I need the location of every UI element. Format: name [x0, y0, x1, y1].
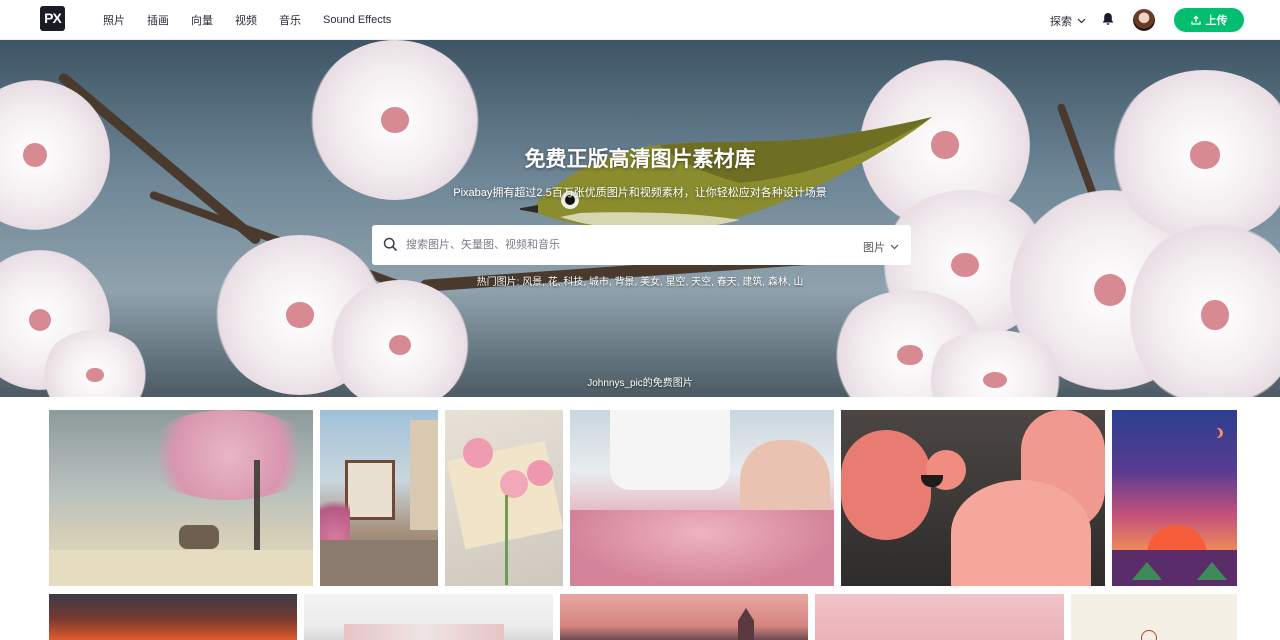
gallery-image-pink-flamingo-blur[interactable]	[815, 594, 1064, 640]
gallery-image-red-mountain-sunset[interactable]	[49, 594, 297, 640]
popular-tag[interactable]: 城市	[589, 277, 609, 288]
gallery-image-deer-cherry-blossom[interactable]	[49, 410, 313, 586]
popular-tag[interactable]: 山	[793, 277, 803, 288]
gallery-image-sewing-machine-fabric[interactable]	[570, 410, 834, 586]
search-bar: 图片	[372, 225, 911, 265]
hero-title: 免费正版高清图片素材库	[524, 148, 756, 171]
gallery-image-pink-sky-town[interactable]	[560, 594, 808, 640]
search-type-dropdown[interactable]: 图片	[863, 239, 899, 255]
popular-tag[interactable]: 风景	[522, 277, 542, 288]
image-credit[interactable]: Johnnys_pic的免费图片	[0, 374, 1280, 389]
popular-tag[interactable]: 花	[548, 277, 558, 288]
gallery-image-minimal-illustration[interactable]	[1071, 594, 1237, 640]
chevron-down-icon	[890, 244, 899, 250]
nav-item-vectors[interactable]: 向量	[191, 12, 213, 28]
gallery-image-half-timbered-houses[interactable]	[320, 410, 438, 586]
search-type-label: 图片	[863, 242, 885, 254]
nav-item-sound-effects[interactable]: Sound Effects	[323, 14, 391, 26]
gallery-image-sunset-illustration[interactable]	[1112, 410, 1237, 586]
nav-item-illustrations[interactable]: 插画	[147, 12, 169, 28]
hero-banner: 免费正版高清图片素材库 Pixabay拥有超过2.5百万张优质图片和视频素材，让…	[0, 40, 1280, 397]
popular-tag[interactable]: 美女	[640, 277, 660, 288]
upload-icon	[1190, 15, 1201, 25]
explore-label: 探索	[1050, 16, 1072, 28]
nav-item-music[interactable]: 音乐	[279, 12, 301, 28]
search-input[interactable]	[406, 225, 846, 265]
popular-tag[interactable]: 背景	[614, 277, 634, 288]
popular-tag[interactable]: 科技	[563, 277, 583, 288]
popular-tag[interactable]: 春天	[717, 277, 737, 288]
hero-background-image	[0, 40, 1280, 397]
popular-tag[interactable]: 建筑	[742, 277, 762, 288]
upload-button[interactable]: 上传	[1174, 8, 1244, 32]
gallery-image-snowy-mountains[interactable]	[304, 594, 553, 640]
gallery-image-carnations-postcard[interactable]	[445, 410, 563, 586]
popular-tag[interactable]: 星空	[666, 277, 686, 288]
top-navbar: PX 照片 插画 向量 视频 音乐 Sound Effects 探索 上传	[0, 0, 1280, 40]
hero-subtitle: Pixabay拥有超过2.5百万张优质图片和视频素材，让你轻松应对各种设计场景	[453, 187, 827, 199]
nav-item-videos[interactable]: 视频	[235, 12, 257, 28]
popular-tag[interactable]: 森林	[768, 277, 788, 288]
popular-label: 热门图片:	[476, 277, 520, 288]
explore-menu[interactable]: 探索	[1050, 13, 1086, 29]
user-avatar[interactable]	[1133, 9, 1155, 31]
popular-tags: 热门图片: 风景, 花, 科技, 城市, 背景, 美女, 星空, 天空, 春天,…	[476, 277, 804, 288]
chevron-down-icon	[1077, 18, 1086, 24]
gallery-image-flamingos[interactable]	[841, 410, 1105, 586]
pixabay-logo[interactable]: PX	[40, 6, 65, 31]
main-nav: 照片 插画 向量 视频 音乐 Sound Effects	[103, 0, 413, 40]
nav-item-photos[interactable]: 照片	[103, 12, 125, 28]
upload-label: 上传	[1205, 15, 1228, 27]
notification-bell-icon[interactable]	[1102, 12, 1114, 26]
popular-tag[interactable]: 天空	[691, 277, 711, 288]
search-icon[interactable]	[383, 237, 398, 252]
